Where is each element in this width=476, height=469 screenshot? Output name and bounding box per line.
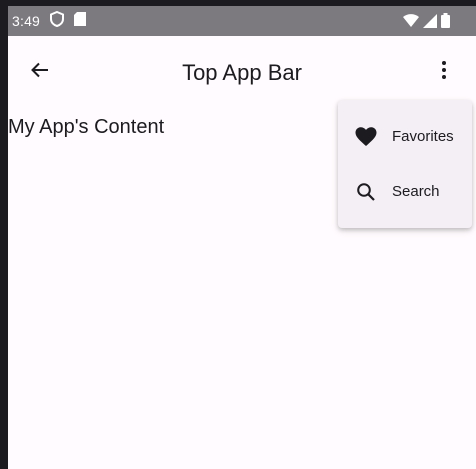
menu-item-favorites[interactable]: Favorites: [338, 113, 472, 161]
menu-item-label: Favorites: [392, 128, 454, 145]
status-time: 3:49: [12, 13, 41, 29]
search-icon: [354, 180, 378, 204]
status-icons-left: [50, 10, 87, 32]
app-bar-title: Top App Bar: [182, 60, 302, 85]
battery-icon: [441, 13, 450, 33]
status-bar: 3:49: [8, 6, 476, 36]
wifi-icon: [403, 13, 419, 33]
more-vert-icon: [441, 60, 447, 85]
overflow-menu: Favorites Search: [338, 100, 472, 228]
menu-item-search[interactable]: Search: [338, 168, 472, 216]
menu-item-label: Search: [392, 183, 440, 200]
heart-icon: [354, 125, 378, 149]
sd-card-icon: [74, 11, 87, 31]
app-screen: 3:49 Top App Bar My App's Content Favori…: [0, 0, 476, 469]
content-text: My App's Content: [8, 116, 165, 138]
top-app-bar: Top App Bar: [8, 36, 476, 108]
signal-icon: [423, 13, 437, 33]
shield-icon: [50, 10, 65, 32]
more-options-button[interactable]: [430, 58, 458, 86]
status-icons-right: [403, 13, 450, 33]
